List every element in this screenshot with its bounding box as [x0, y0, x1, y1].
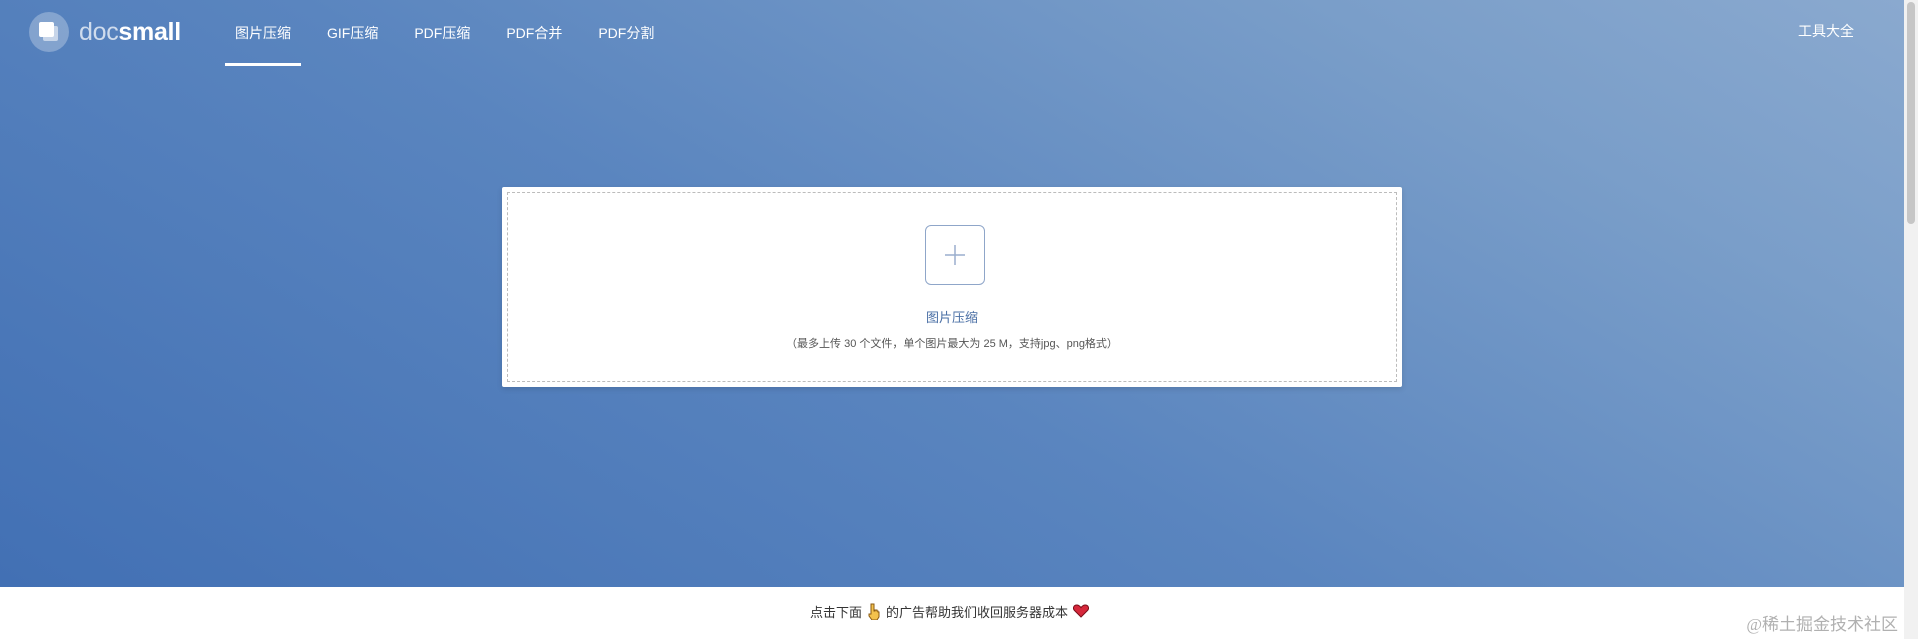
upload-card: 图片压缩 （最多上传 30 个文件，单个图片最大为 25 M，支持jpg、png… — [502, 187, 1402, 387]
logo-text-doc: doc — [79, 17, 119, 46]
ad-notice-text-before: 点击下面 — [809, 604, 862, 620]
vertical-scrollbar[interactable] — [1904, 0, 1918, 639]
nav-item-pdf-split[interactable]: PDF分割 — [588, 0, 664, 66]
page: docsmall 图片压缩 GIF压缩 PDF压缩 PDF合并 PDF分割 工具… — [0, 0, 1918, 639]
main-nav: 图片压缩 GIF压缩 PDF压缩 PDF合并 PDF分割 — [225, 0, 664, 66]
hand-pointing-down-icon — [867, 603, 881, 620]
heart-icon — [1073, 604, 1090, 618]
watermark: @稀土掘金技术社区 — [1746, 615, 1898, 634]
nav-item-pdf-compress[interactable]: PDF压缩 — [404, 0, 480, 66]
upload-title: 图片压缩 — [925, 310, 978, 325]
logo-mark-icon — [29, 12, 69, 52]
nav-item-pdf-merge[interactable]: PDF合并 — [496, 0, 572, 66]
plus-icon — [945, 245, 965, 265]
upload-dropzone[interactable]: 图片压缩 （最多上传 30 个文件，单个图片最大为 25 M，支持jpg、png… — [507, 192, 1397, 382]
logo-text: docsmall — [79, 17, 181, 46]
ad-notice: 点击下面 的广告帮助我们收回服务器成本 — [0, 600, 1904, 622]
upload-add-button[interactable] — [925, 225, 985, 285]
all-tools-link[interactable]: 工具大全 — [1798, 0, 1854, 62]
nav-item-image-compress[interactable]: 图片压缩 — [225, 0, 301, 66]
logo[interactable]: docsmall — [29, 12, 181, 52]
top-navbar: docsmall 图片压缩 GIF压缩 PDF压缩 PDF合并 PDF分割 工具… — [0, 0, 1904, 66]
upload-hint: （最多上传 30 个文件，单个图片最大为 25 M，支持jpg、png格式） — [786, 338, 1118, 350]
scrollbar-thumb[interactable] — [1907, 2, 1915, 224]
ad-notice-text-after: 的广告帮助我们收回服务器成本 — [886, 604, 1069, 620]
logo-text-small: small — [118, 17, 181, 46]
nav-item-gif-compress[interactable]: GIF压缩 — [317, 0, 388, 66]
